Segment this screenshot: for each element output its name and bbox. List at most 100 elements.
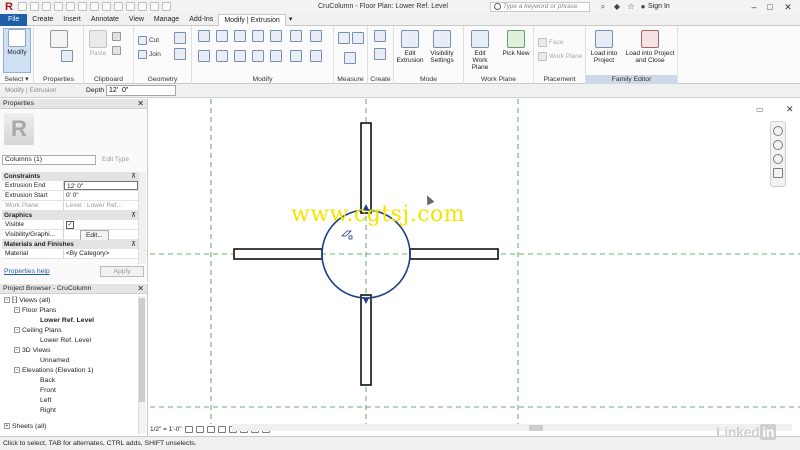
horizontal-scroll-thumb[interactable] [529,425,543,431]
ribbon-minimize-icon[interactable]: ▾ [286,14,296,26]
measure-icon[interactable] [78,2,87,11]
scale-icon[interactable] [290,50,302,62]
steering-wheel-icon[interactable] [773,140,783,150]
load-into-project-button[interactable]: Load into Project [588,30,620,64]
revit-logo-icon[interactable]: R [3,1,15,13]
copy-button[interactable] [112,32,121,41]
restore-view-icon[interactable]: ▭ [756,105,764,114]
detail-level-icon[interactable] [184,425,193,433]
edit-extrusion-button[interactable]: Edit Extrusion [396,30,424,64]
thin-lines-icon[interactable] [138,2,147,11]
load-into-project-and-close-button[interactable]: Load into Project and Close [624,30,676,64]
array-icon[interactable] [270,50,282,62]
tree-item-ceiling-lower-ref-level[interactable]: Lower Ref. Level [40,336,91,346]
tab-annotate[interactable]: Annotate [86,14,124,26]
navbar-dropdown-icon[interactable] [773,168,783,178]
extrusion-start-field[interactable]: 0' 0" [64,191,138,200]
collapse-toggle-icon[interactable]: − [14,367,20,374]
sign-in-link[interactable]: Sign In [648,3,670,10]
shadows-icon[interactable] [217,425,226,433]
close-hidden-icon[interactable] [150,2,159,11]
tab-insert[interactable]: Insert [58,14,86,26]
collapse-toggle-icon[interactable]: − [14,347,20,354]
edit-work-plane-button[interactable]: Edit Work Plane [466,30,494,71]
search-input[interactable]: Type a keyword or phrase [490,2,590,12]
cut-button[interactable]: Cut [138,36,159,45]
mirror-draw-icon[interactable] [252,30,264,42]
paste-button[interactable]: Paste [86,30,110,57]
delete-icon[interactable] [310,50,322,62]
collapse-icon[interactable]: ⊼ [131,211,136,220]
properties-scrollbar[interactable] [138,172,146,264]
section-constraints[interactable]: Constraints ⊼ [2,172,138,181]
visible-checkbox[interactable]: ✓ [66,221,74,229]
switch-windows-icon[interactable] [162,2,171,11]
save-icon[interactable] [30,2,39,11]
match-type-button[interactable] [112,46,121,55]
section-graphics[interactable]: Graphics ⊼ [2,211,138,220]
collapse-icon[interactable]: ⊼ [131,240,136,249]
edit-type-button[interactable]: Edit Type [102,156,129,163]
measure-dropdown-icon[interactable] [352,32,364,44]
tree-item-sheets[interactable]: + Sheets (all) [4,422,46,432]
tree-item-right[interactable]: Right [40,406,56,416]
collapse-toggle-icon[interactable]: − [4,297,10,304]
collapse-icon[interactable]: ⊼ [131,172,136,181]
maximize-icon[interactable]: □ [764,1,776,13]
split-gap-icon[interactable] [290,30,302,42]
3d-view-icon[interactable] [114,2,123,11]
join-button[interactable]: Join [138,50,161,59]
tab-file[interactable]: File [0,14,28,26]
extrusion-arm-left[interactable] [233,248,323,260]
face-button[interactable]: Face [538,38,563,47]
split-icon[interactable] [270,30,282,42]
copy-element-icon[interactable] [216,50,228,62]
create-similar-icon[interactable] [374,48,386,60]
properties-help-link[interactable]: Properties help [4,268,50,275]
floor-plan-drawing[interactable] [150,99,800,424]
visual-style-icon[interactable] [195,425,204,433]
apply-button[interactable]: Apply [100,266,144,277]
cope-icon[interactable] [174,32,186,44]
measure-panel-label[interactable]: Measure [334,75,367,84]
dimension-icon[interactable] [344,52,356,64]
offset-icon[interactable] [216,30,228,42]
extrusion-end-field[interactable]: 12' 0" [64,181,138,190]
tree-item-elevations[interactable]: − Elevations (Elevation 1) [14,366,93,376]
mirror-axis-icon[interactable] [234,30,246,42]
visibility-settings-button[interactable]: Visibility Settings [428,30,456,64]
select-panel-label[interactable]: Select ▾ [0,75,33,84]
minimize-icon[interactable]: – [748,1,760,13]
close-icon[interactable]: ✕ [782,1,794,13]
tab-create[interactable]: Create [27,14,58,26]
tree-item-left[interactable]: Left [40,396,51,406]
open-icon[interactable] [18,2,27,11]
view-cube-icon[interactable] [773,126,783,136]
work-plane-placement-button[interactable]: Work Plane [538,52,582,61]
print-icon[interactable] [66,2,75,11]
section-materials[interactable]: Materials and Finishes ⊼ [2,240,138,249]
redo-icon[interactable] [54,2,63,11]
scale-selector[interactable]: 1/2" = 1'-0" [150,426,182,433]
text-icon[interactable] [102,2,111,11]
pin-icon[interactable] [310,30,322,42]
move-icon[interactable] [198,50,210,62]
communication-icon[interactable]: ☆ [626,2,636,12]
tab-manage[interactable]: Manage [149,14,184,26]
properties-button[interactable] [45,30,73,50]
tab-add-ins[interactable]: Add-Ins [184,14,218,26]
tag-icon[interactable] [90,2,99,11]
modify-button[interactable]: Modify [3,28,31,73]
pick-new-button[interactable]: Pick New [502,30,530,57]
extrusion-arm-top[interactable] [360,122,372,214]
tree-item-3d-views[interactable]: −3D Views [14,346,51,356]
close-icon[interactable]: ✕ [137,284,144,294]
user-icon[interactable]: ● [638,2,648,12]
section-icon[interactable] [126,2,135,11]
sun-path-icon[interactable] [206,425,215,433]
tree-item-floor-plans[interactable]: − Floor Plans [14,306,56,316]
type-selector[interactable]: Columns (1) [2,155,96,165]
extrusion-arm-right[interactable] [409,248,499,260]
measure-distance-icon[interactable] [338,32,350,44]
tree-item-unnamed[interactable]: Unnamed [40,356,69,366]
